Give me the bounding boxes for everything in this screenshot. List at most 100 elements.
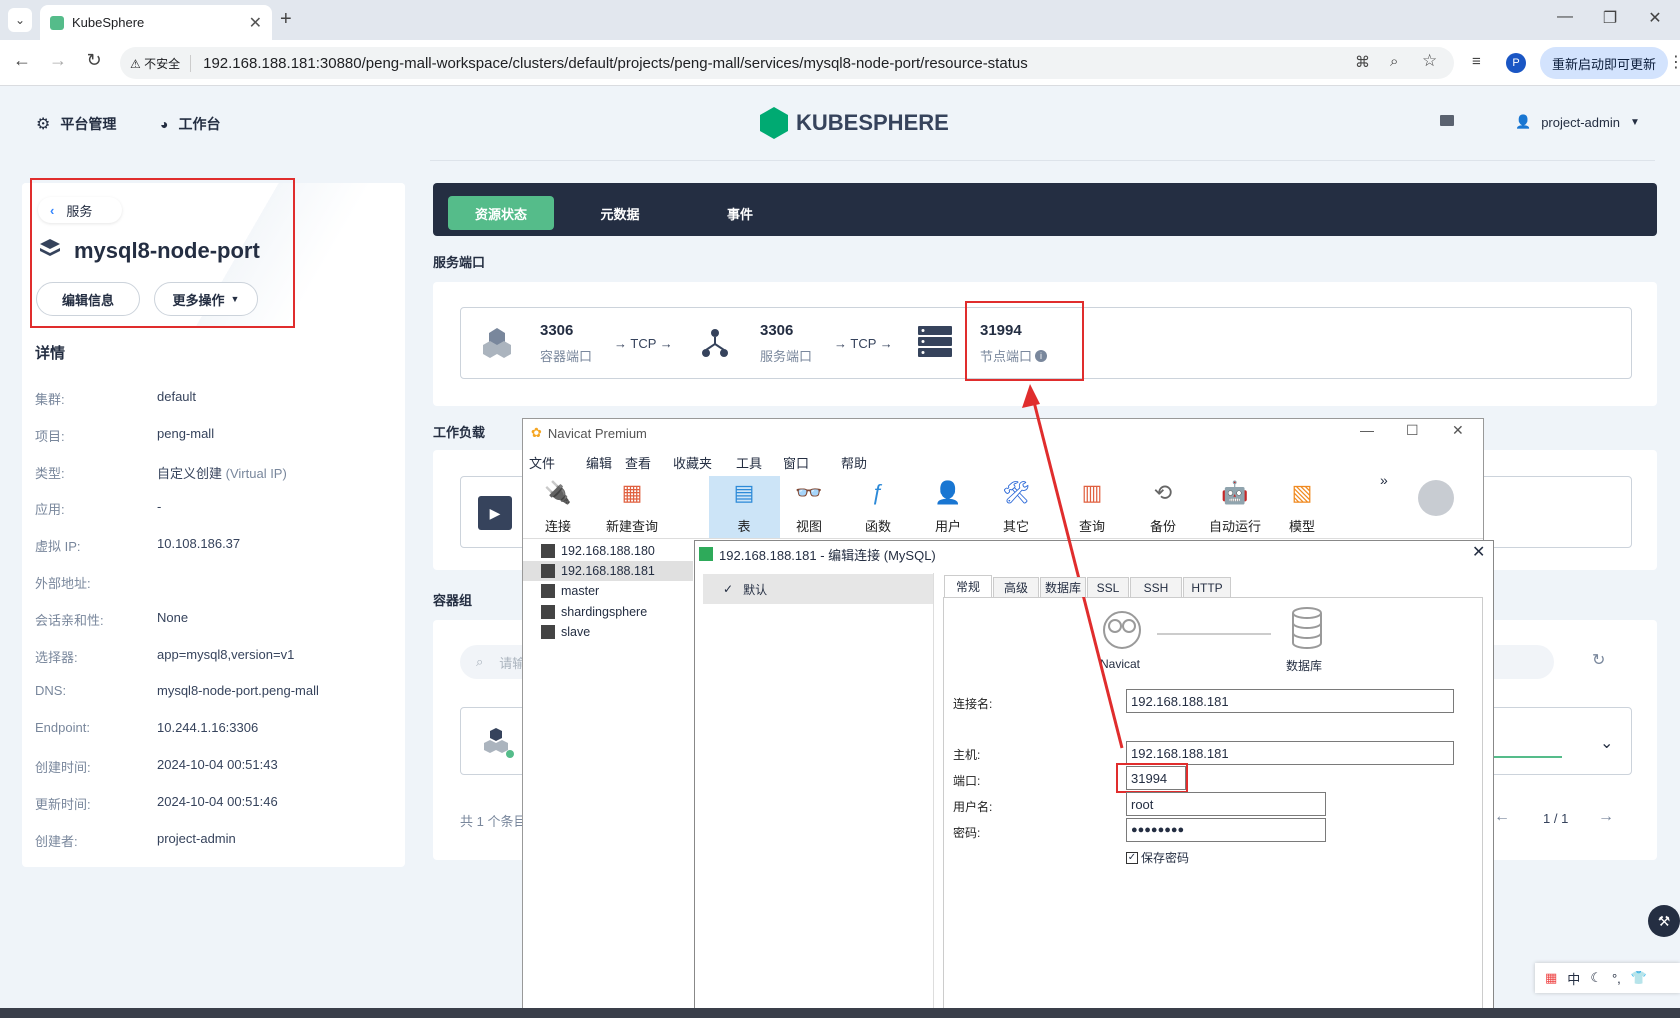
toolbar-3[interactable]: 视图 [769, 516, 849, 535]
dialog-close-icon[interactable]: ✕ [1472, 542, 1485, 562]
workload-title: 工作负载 [433, 425, 486, 440]
tools-fab-icon[interactable]: ⚒ [1648, 905, 1680, 937]
container-icon [483, 328, 511, 358]
save-password-checkbox[interactable]: ✓ [1126, 851, 1138, 864]
warning-icon: ⚠ [130, 56, 145, 71]
navicat-logo-icon: ✿ [531, 425, 542, 440]
navicat-avatar[interactable] [1418, 480, 1454, 516]
detail-value-text: - [157, 499, 162, 515]
navicat-menu-item[interactable]: 帮助 [841, 453, 867, 472]
toolbar-10[interactable]: 模型 [1262, 516, 1342, 535]
prev-page-icon[interactable]: ← [1494, 808, 1510, 826]
moon-icon[interactable]: ☾ [1590, 970, 1602, 986]
connection-item[interactable]: 192.168.188.181 [523, 561, 693, 582]
tab-events[interactable]: 事件 [690, 196, 790, 230]
browser-menu-icon[interactable]: ⋮ [1668, 52, 1680, 72]
restore-window-icon[interactable]: ❐ [1590, 8, 1630, 28]
reload-icon[interactable]: ↻ [80, 50, 108, 71]
port-label: 端口: [953, 774, 981, 788]
service-ports-title: 服务端口 [433, 255, 486, 270]
security-indicator[interactable]: ⚠ 不安全 [130, 54, 192, 72]
close-window-icon[interactable]: ✕ [1635, 8, 1675, 28]
connection-item[interactable]: 192.168.188.180 [523, 541, 693, 561]
reading-list-icon[interactable]: ≡ [1472, 53, 1481, 70]
translate-icon[interactable]: ⌘ [1355, 53, 1370, 71]
forward-icon[interactable]: → [44, 50, 72, 71]
browser-tab[interactable]: KubeSphere ✕ [40, 5, 272, 40]
toolbar-8[interactable]: 备份 [1123, 516, 1203, 535]
notification-icon[interactable] [1440, 115, 1454, 126]
ime-grid-icon[interactable]: ▦ [1545, 970, 1557, 986]
bookmark-star-icon[interactable]: ☆ [1422, 51, 1437, 71]
address-bar[interactable]: ⚠ 不安全 192.168.188.181:30880/peng-mall-wo… [120, 47, 1454, 79]
dialog-tab-0[interactable]: 常规 [944, 575, 992, 597]
zoom-icon[interactable]: ⌕ [1390, 53, 1398, 70]
username-field[interactable]: root [1126, 792, 1326, 816]
tab-search-icon[interactable]: ⌄ [8, 8, 32, 32]
toolbar-0[interactable]: 连接 [518, 516, 598, 535]
new-tab-icon[interactable]: + [280, 8, 292, 31]
dialog-tab-4[interactable]: SSH [1130, 577, 1182, 597]
tab-resource-status[interactable]: 资源状态 [448, 196, 554, 230]
toolbar-more-icon[interactable]: » [1380, 472, 1388, 488]
navicat-menu-item[interactable]: 工具 [736, 453, 762, 472]
navicat-minimize-icon[interactable]: — [1360, 422, 1374, 438]
navicat-menu-item[interactable]: 窗口 [783, 453, 809, 472]
navicat-menu-item[interactable]: 编辑 [586, 453, 612, 472]
connection-item[interactable]: slave [523, 622, 693, 642]
toolbar-1[interactable]: 新建查询 [592, 516, 672, 535]
next-page-icon[interactable]: → [1598, 808, 1614, 826]
kubesphere-logo[interactable]: KUBESPHERE [760, 107, 949, 139]
toolbar-7[interactable]: 查询 [1052, 516, 1132, 535]
dialog-tab-3[interactable]: SSL [1087, 577, 1129, 597]
detail-label: 创建者: [35, 833, 78, 849]
password-field[interactable]: ●●●●●●●● [1126, 818, 1326, 842]
tab-metadata[interactable]: 元数据 [570, 196, 670, 230]
edit-info-button[interactable]: 编辑信息 [36, 282, 140, 316]
service-name: mysql8-node-port [74, 238, 260, 263]
detail-value: default [157, 389, 196, 404]
dialog-tab-2[interactable]: 数据库 [1040, 577, 1086, 597]
taskbar [0, 1008, 1680, 1018]
chevron-down-icon[interactable]: ⌄ [1600, 733, 1613, 753]
ime-language[interactable]: 中 [1567, 969, 1580, 988]
url-text[interactable]: 192.168.188.181:30880/peng-mall-workspac… [203, 55, 1028, 72]
punctuation-icon[interactable]: °, [1612, 971, 1621, 986]
back-icon[interactable]: ← [8, 50, 36, 71]
dialog-tab-1[interactable]: 高级 [993, 577, 1039, 597]
pods-total: 共 1 个条目 [460, 814, 527, 829]
detail-label: 更新时间: [35, 796, 91, 812]
user-menu[interactable]: 👤 project-admin ▼ [1515, 114, 1640, 130]
navicat-menu-item[interactable]: 文件 [529, 453, 555, 472]
connection-icon [541, 544, 555, 558]
close-tab-icon[interactable]: ✕ [249, 13, 262, 33]
shirt-icon[interactable]: 👕 [1631, 970, 1647, 986]
detail-value: None [157, 610, 188, 625]
tab-title: KubeSphere [72, 15, 145, 30]
profile-avatar[interactable]: P [1506, 53, 1526, 73]
profile-default[interactable]: ✓ 默认 [703, 574, 933, 604]
navicat-maximize-icon[interactable]: ☐ [1406, 422, 1419, 439]
platform-nav[interactable]: ⚙ 平台管理 [36, 114, 116, 134]
navicat-menu-item[interactable]: 收藏夹 [673, 453, 712, 472]
refresh-icon[interactable]: ↻ [1592, 650, 1605, 670]
minimize-window-icon[interactable]: — [1545, 8, 1585, 26]
header-divider [430, 160, 1655, 161]
toolbar-4[interactable]: 函数 [838, 516, 918, 535]
connection-item[interactable]: shardingsphere [523, 602, 693, 622]
navicat-menu-item[interactable]: 查看 [625, 453, 651, 472]
update-button[interactable]: 重新启动即可更新 [1540, 47, 1668, 79]
dialog-tab-5[interactable]: HTTP [1183, 577, 1231, 597]
database-icon [1290, 606, 1324, 650]
service-port-value: 3306 [760, 322, 794, 339]
detail-label: Endpoint: [35, 720, 90, 736]
host-field[interactable]: 192.168.188.181 [1126, 741, 1454, 765]
more-actions-button[interactable]: 更多操作 ▼ [154, 282, 258, 316]
workbench-nav[interactable]: ◕ 工作台 [160, 114, 220, 134]
save-password-option[interactable]: ✓ 保存密码 [1126, 849, 1189, 866]
conn-name-field[interactable]: 192.168.188.181 [1126, 689, 1454, 713]
toolbar-6[interactable]: 其它 [976, 516, 1056, 535]
back-to-services[interactable]: ‹ 服务 [38, 197, 122, 223]
connection-item[interactable]: master [523, 581, 693, 601]
navicat-close-icon[interactable]: ✕ [1452, 422, 1464, 439]
